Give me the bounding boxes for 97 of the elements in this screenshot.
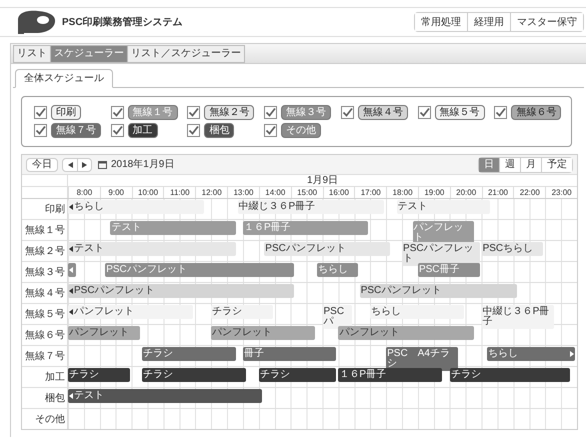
row-label: 無線５号 [25, 308, 65, 322]
filter-tag: 無線１号 [128, 105, 178, 120]
event-bar[interactable]: PSCパンフレット [360, 284, 517, 298]
hour-label: 14:00 [265, 187, 286, 198]
hour-label: 23:00 [552, 187, 572, 198]
checkbox[interactable] [418, 106, 431, 119]
app-title: PSC印刷業務管理システム [62, 16, 184, 30]
row-label: その他 [35, 412, 65, 426]
event-bar[interactable]: チラシ [450, 368, 570, 382]
event-bar[interactable]: PSCパンフレット [264, 242, 390, 256]
view-button[interactable]: 予定 [541, 158, 572, 172]
left-arrow-icon [69, 309, 73, 315]
checkbox[interactable] [340, 106, 354, 119]
event-bar[interactable]: １６P冊子 [338, 368, 442, 382]
right-triangle-icon [82, 162, 87, 168]
left-arrow-icon [69, 246, 73, 252]
event-bar[interactable]: 中綴じ３６P冊子 [238, 200, 384, 214]
left-arrow-icon [69, 204, 73, 210]
view-button[interactable]: 月 [520, 158, 541, 172]
view-tab[interactable]: リスト／スケジューラー [127, 46, 244, 62]
checkbox[interactable] [187, 106, 200, 119]
hour-label: 12:00 [202, 187, 222, 198]
event-bar[interactable]: テスト [68, 242, 236, 256]
event-bar[interactable]: パンフレット [338, 326, 474, 340]
view-tab[interactable]: スケジューラー [50, 46, 127, 62]
filter-tag: 無線２号 [204, 105, 254, 120]
event-bar[interactable]: PSCパ [322, 305, 352, 329]
event-bar[interactable] [68, 263, 76, 277]
event-bar[interactable]: PSCちらし [482, 242, 544, 256]
view-button[interactable]: 週 [499, 158, 520, 172]
hour-label: 21:00 [488, 187, 508, 198]
event-bar[interactable]: 中綴じ３６P冊子 [482, 305, 554, 329]
calendar-icon[interactable] [98, 160, 107, 169]
checkbox[interactable] [494, 106, 508, 119]
today-button[interactable]: 今日 [26, 158, 58, 172]
row-label: 無線１号 [25, 224, 65, 238]
date-header: 1月9日 [306, 175, 338, 186]
event-bar[interactable]: パンフレット [68, 305, 194, 319]
filter-tag: 無線３号 [281, 105, 332, 120]
hour-label: 13:00 [233, 187, 254, 198]
hour-label: 9:00 [108, 187, 124, 198]
checkbox[interactable] [264, 106, 278, 119]
hour-label: 18:00 [392, 187, 413, 198]
row-label: 加工 [45, 370, 65, 384]
event-bar[interactable]: パンフレット [68, 326, 140, 340]
checkbox[interactable] [34, 124, 47, 137]
logo-icon [16, 10, 56, 34]
right-arrow-icon [570, 351, 574, 357]
row-label: 無線３号 [25, 266, 65, 280]
hour-label: 17:00 [360, 187, 381, 198]
event-bar[interactable]: ちらし [370, 305, 464, 319]
event-bar[interactable]: チラシ [211, 305, 273, 319]
event-bar[interactable]: ちらし [486, 347, 575, 361]
view-tab[interactable]: リスト [14, 46, 50, 62]
nav-button[interactable]: マスター保守 [510, 13, 583, 31]
checkbox[interactable] [110, 124, 124, 137]
date-label: 2018年1月9日 [111, 158, 176, 172]
event-bar[interactable]: ちらし [68, 200, 204, 214]
hour-label: 11:00 [170, 187, 190, 198]
event-bar[interactable]: 冊子 [242, 347, 336, 361]
hour-label: 19:00 [424, 187, 444, 198]
row-label: 無線６号 [25, 328, 65, 342]
filter-tag: 梱包 [204, 123, 234, 138]
filter-tag: 無線５号 [434, 105, 485, 120]
event-bar[interactable]: チラシ [258, 368, 336, 382]
row-label: 無線２号 [25, 244, 65, 258]
filter-tag: 加工 [128, 123, 158, 138]
filter-tag: 印刷 [51, 105, 81, 120]
hour-label: 20:00 [456, 187, 476, 198]
checkbox[interactable] [264, 124, 278, 137]
filter-tag: 無線４号 [358, 105, 408, 120]
row-label: 無線４号 [25, 286, 65, 300]
event-bar[interactable]: パンフレット [211, 326, 316, 340]
checkbox[interactable] [187, 124, 200, 137]
filter-tag: 無線６号 [511, 105, 562, 120]
schedule-tab[interactable]: 全体スケジュール [15, 69, 113, 88]
hour-label: 22:00 [520, 187, 540, 198]
event-bar[interactable]: チラシ [68, 368, 130, 382]
left-arrow-icon [69, 288, 73, 294]
row-label: 梱包 [45, 392, 65, 406]
hour-label: 15:00 [297, 187, 318, 198]
hour-label: 16:00 [328, 187, 349, 198]
hour-label: 10:00 [138, 187, 158, 198]
checkbox[interactable] [110, 106, 124, 119]
filter-tag: その他 [281, 123, 322, 138]
row-label: 無線７号 [25, 350, 65, 364]
hour-label: 8:00 [76, 187, 92, 198]
event-bar[interactable]: テスト [396, 200, 490, 214]
checkbox[interactable] [34, 106, 47, 119]
event-bar[interactable]: PSCパンフレット [68, 284, 294, 298]
filter-tag: 無線７号 [51, 123, 101, 138]
view-button[interactable]: 日 [479, 158, 499, 172]
event-bar[interactable]: チラシ [142, 368, 246, 382]
row-label: 印刷 [45, 202, 65, 216]
event-bar[interactable]: テスト [68, 389, 262, 403]
event-bar[interactable]: チラシ [142, 347, 236, 361]
left-triangle-icon [68, 162, 72, 168]
